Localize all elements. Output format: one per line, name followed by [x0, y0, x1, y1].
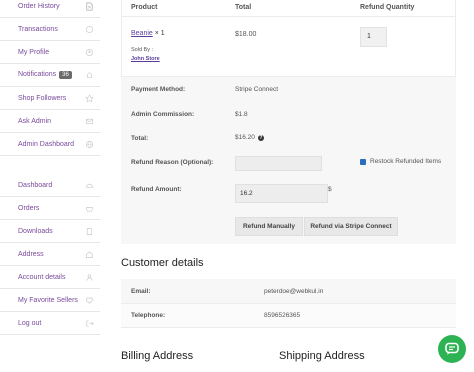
sidebar-item-label: Notifications 36 — [18, 71, 72, 79]
billing-address-heading: Billing Address — [121, 350, 194, 362]
refund-amount-label: Refund Amount: — [131, 186, 182, 193]
bell-icon — [85, 71, 94, 80]
sidebar-item-order-history[interactable]: Order History — [0, 0, 100, 18]
payment-method-value: Stripe Connect — [235, 86, 278, 93]
sidebar-item-label: Downloads — [18, 227, 53, 235]
sidebar-item-label: Orders — [18, 204, 40, 212]
logout-icon — [85, 319, 94, 328]
dashboard-icon — [85, 181, 94, 190]
total-value: $16.20 — [235, 134, 255, 141]
telephone-label: Telephone: — [131, 312, 166, 319]
refund-amount-input[interactable]: 16.2 — [235, 184, 328, 203]
product-line: Beanie × 1 — [131, 30, 165, 37]
mail-icon — [85, 117, 94, 126]
total-value-line: $16.20? — [235, 134, 264, 141]
restock-label: Restock Refunded Items — [370, 158, 442, 165]
admin-commission-value: $1.8 — [235, 111, 248, 118]
notification-count-badge: 36 — [59, 71, 72, 79]
sidebar-item-label: My Favorite Sellers — [18, 296, 78, 304]
restock-checkbox[interactable] — [360, 159, 366, 165]
download-icon — [85, 227, 94, 236]
shipping-address-heading: Shipping Address — [279, 350, 365, 362]
account-sidebar: Order History Transactions My Profile No… — [0, 0, 100, 372]
payment-method-label: Payment Method: — [131, 86, 186, 93]
sidebar-item-downloads[interactable]: Downloads — [0, 220, 100, 243]
product-link[interactable]: Beanie — [131, 30, 153, 37]
sidebar-item-my-profile[interactable]: My Profile — [0, 41, 100, 64]
sidebar-item-dashboard[interactable]: Dashboard — [0, 174, 100, 197]
star-icon — [85, 93, 94, 103]
sidebar-item-label: My Profile — [18, 48, 50, 56]
refund-via-stripe-button[interactable]: Refund via Stripe Connect — [304, 217, 398, 236]
globe-icon — [85, 140, 94, 149]
currency-symbol: $ — [328, 186, 332, 193]
sidebar-item-label: Shop Followers — [18, 94, 67, 102]
divider — [121, 16, 456, 17]
admin-commission-label: Admin Commission: — [131, 111, 195, 118]
sidebar-item-shop-followers[interactable]: Shop Followers — [0, 87, 100, 110]
total-label: Total: — [131, 135, 149, 142]
refund-reason-label: Refund Reason (Optional): — [131, 159, 214, 166]
refund-manually-button[interactable]: Refund Manually — [235, 217, 303, 236]
telephone-value: 8596526365 — [264, 312, 301, 319]
sidebar-item-label: Order History — [18, 2, 60, 10]
sidebar-item-label: Account details — [18, 273, 66, 281]
email-value: peterdoe@webkul.in — [264, 288, 324, 295]
product-quantity: × 1 — [152, 30, 165, 37]
vendor-link[interactable]: John Store — [131, 56, 160, 62]
chat-button[interactable] — [438, 335, 466, 363]
sidebar-item-my-favorite-sellers[interactable]: My Favorite Sellers — [0, 289, 100, 312]
home-icon — [85, 250, 94, 259]
chat-icon — [444, 341, 460, 357]
document-icon — [85, 2, 94, 11]
product-price: $18.00 — [235, 31, 257, 38]
sold-by-label: Sold By : — [131, 47, 154, 53]
refund-quantity-column-header: Refund Quantity — [360, 4, 415, 11]
divider — [121, 303, 456, 304]
sidebar-item-account-details[interactable]: Account details — [0, 266, 100, 289]
sidebar-item-label: Dashboard — [18, 181, 53, 189]
profile-icon — [85, 48, 94, 57]
sidebar-item-notifications[interactable]: Notifications 36 — [0, 64, 100, 87]
user-icon — [85, 273, 94, 282]
divider — [121, 327, 456, 328]
sidebar-item-transactions[interactable]: Transactions — [0, 18, 100, 41]
total-column-header: Total — [235, 4, 252, 11]
sidebar-item-orders[interactable]: Orders — [0, 197, 100, 220]
sidebar-item-label: Ask Admin — [18, 117, 52, 125]
product-column-header: Product — [131, 4, 158, 11]
sidebar-item-label: Address — [18, 250, 44, 258]
sidebar-item-address[interactable]: Address — [0, 243, 100, 266]
email-label: Email: — [131, 288, 151, 295]
sidebar-item-label: Log out — [18, 319, 42, 327]
sidebar-item-label: Admin Dashboard — [18, 140, 75, 148]
sidebar-item-ask-admin[interactable]: Ask Admin — [0, 110, 100, 133]
refund-reason-input[interactable] — [235, 156, 322, 171]
basket-icon — [85, 204, 94, 213]
sidebar-item-log-out[interactable]: Log out — [0, 312, 100, 335]
refund-quantity-input[interactable]: 1 — [360, 27, 387, 47]
sidebar-item-label: Transactions — [18, 25, 58, 33]
coin-icon — [85, 25, 94, 34]
heart-icon — [85, 296, 94, 305]
customer-details-heading: Customer details — [121, 257, 204, 269]
sidebar-item-admin-dashboard[interactable]: Admin Dashboard — [0, 133, 100, 156]
help-icon[interactable]: ? — [257, 135, 264, 141]
